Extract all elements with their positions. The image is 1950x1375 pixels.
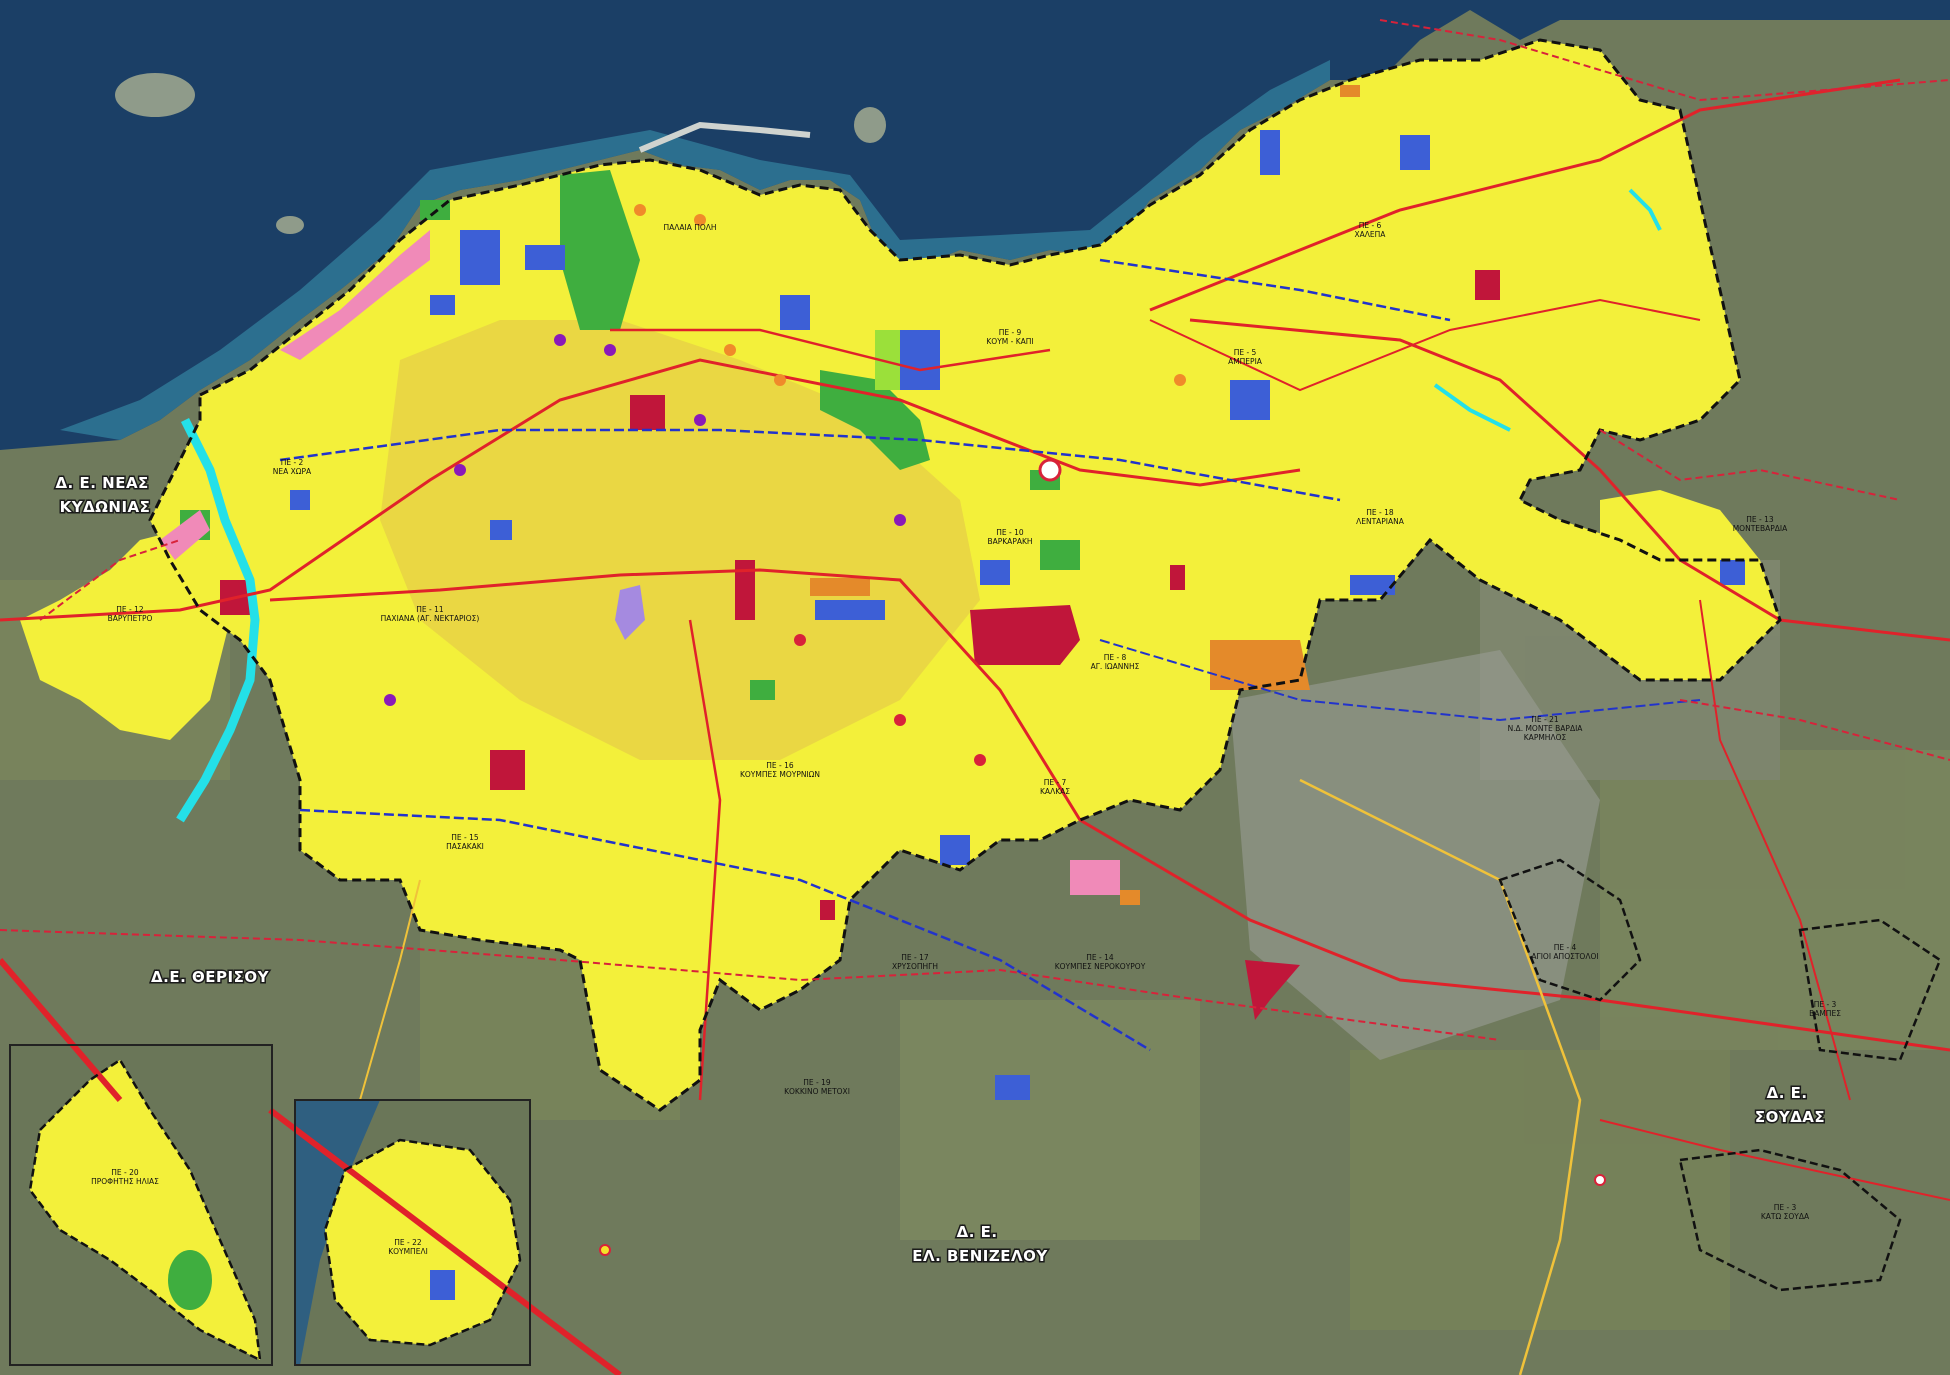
label-line: ΚΑΛΚΑΣ (1040, 787, 1070, 796)
label-line: ΧΑΛΕΠΑ (1355, 230, 1387, 239)
label-line: ΠΕ - 13 (1746, 515, 1774, 524)
label-line: ΧΡΥΣΟΠΗΓΗ (892, 962, 938, 971)
label-line: ΠΕ - 3 (1774, 1203, 1797, 1212)
label-line: ΚΟΥΜ - ΚΑΠΙ (986, 337, 1033, 346)
label-line: ΚΟΥΜΠΕΣ ΜΟΥΡΝΙΩΝ (740, 770, 820, 779)
label-line: ΠΕ - 3 (1814, 1000, 1837, 1009)
area-label-therisou: Δ.Ε. ΘΕΡΙΣΟΥ (151, 968, 270, 986)
label-line: ΠΕ - 2 (281, 458, 304, 467)
label-line: ΠΕ - 16 (766, 761, 794, 770)
label-line: ΠΡΟΦΗΤΗΣ ΗΛΙΑΣ (91, 1177, 159, 1186)
label-line: ΒΑΜΠΕΣ (1809, 1009, 1841, 1018)
district-label-pe1: ΠΑΛΑΙΑ ΠΟΛΗ (663, 223, 716, 232)
label-line: Δ. Ε. (1767, 1084, 1808, 1102)
label-line: ΠΑΛΑΙΑ ΠΟΛΗ (663, 223, 716, 232)
label-line: ΠΕ - 14 (1086, 953, 1114, 962)
label-line: ΠΕ - 15 (451, 833, 479, 842)
label-line: ΠΕ - 19 (803, 1078, 831, 1087)
label-line: ΑΓ. ΙΩΑΝΝΗΣ (1091, 662, 1140, 671)
label-line: Δ. Ε. (957, 1223, 998, 1241)
label-line: Δ. Ε. ΝΕΑΣ (55, 474, 148, 492)
label-line: ΒΑΡΥΠΕΤΡΟ (108, 614, 153, 623)
label-line: ΚΑΡΜΗΛΟΣ (1524, 733, 1567, 742)
island (276, 216, 304, 234)
label-line: ΚΟΥΜΠΕΣ ΝΕΡΟΚΟΥΡΟΥ (1055, 962, 1146, 971)
label-line: ΠΕ - 12 (116, 605, 144, 614)
label-line: ΠΕ - 18 (1366, 508, 1394, 517)
label-line: ΠΕ - 4 (1554, 943, 1577, 952)
label-line: ΠΑΧΙΑΝΑ (ΑΓ. ΝΕΚΤΑΡΙΟΣ) (381, 614, 480, 623)
label-line: ΚΥΔΩΝΙΑΣ (60, 498, 151, 516)
label-line: ΜΟΝΤΕΒΑΡΔΙΑ (1733, 524, 1788, 533)
label-line: ΠΕ - 20 (111, 1168, 139, 1177)
district-label-pe7: ΠΕ - 7 ΚΑΛΚΑΣ (1040, 778, 1070, 796)
label-line: ΛΕΝΤΑΡΙΑΝΑ (1356, 517, 1405, 526)
label-line: ΒΑΡΚΑΡΑΚΗ (987, 537, 1032, 546)
label-line: ΚΟΥΜΠΕΛΙ (388, 1247, 428, 1256)
label-line: ΚΑΤΩ ΣΟΥΔΑ (1761, 1212, 1810, 1221)
label-line: ΠΕ - 7 (1044, 778, 1067, 787)
district-label-pe15: ΠΕ - 15 ΠΑΣΑΚΑΚΙ (446, 833, 484, 851)
label-line: ΠΕ - 9 (999, 328, 1022, 337)
label-line: ΠΕ - 6 (1359, 221, 1382, 230)
label-line: ΠΕ - 17 (901, 953, 929, 962)
label-line: ΠΑΣΑΚΑΚΙ (446, 842, 484, 851)
island (115, 73, 195, 117)
label-line: ΝΕΑ ΧΩΡΑ (273, 467, 312, 476)
label-line: ΠΕ - 21 (1531, 715, 1559, 724)
label-line: ΕΛ. ΒΕΝΙΖΕΛΟΥ (912, 1247, 1048, 1265)
label-line: Ν.Δ. ΜΟΝΤΕ ΒΑΡΔΙΑ (1508, 724, 1584, 733)
label-line: ΑΓΙΟΙ ΑΠΟΣΤΟΛΟΙ (1531, 952, 1598, 961)
label-line: ΠΕ - 22 (394, 1238, 422, 1247)
label-line: ΠΕ - 5 (1234, 348, 1257, 357)
label-line: ΑΜΠΕΡΙΑ (1228, 357, 1263, 366)
island (854, 107, 886, 143)
label-line: Δ.Ε. ΘΕΡΙΣΟΥ (151, 968, 270, 986)
label-line: ΚΟΚΚΙΝΟ ΜΕΤΟΧΙ (784, 1087, 850, 1096)
label-line: ΠΕ - 11 (416, 605, 444, 614)
label-line: ΣΟΥΔΑΣ (1755, 1108, 1825, 1126)
label-line: ΠΕ - 10 (996, 528, 1024, 537)
label-line: ΠΕ - 8 (1104, 653, 1127, 662)
zoning-map: Δ. Ε. ΝΕΑΣ ΚΥΔΩΝΙΑΣ Δ.Ε. ΘΕΡΙΣΟΥ Δ. Ε. Σ… (0, 0, 1950, 1375)
